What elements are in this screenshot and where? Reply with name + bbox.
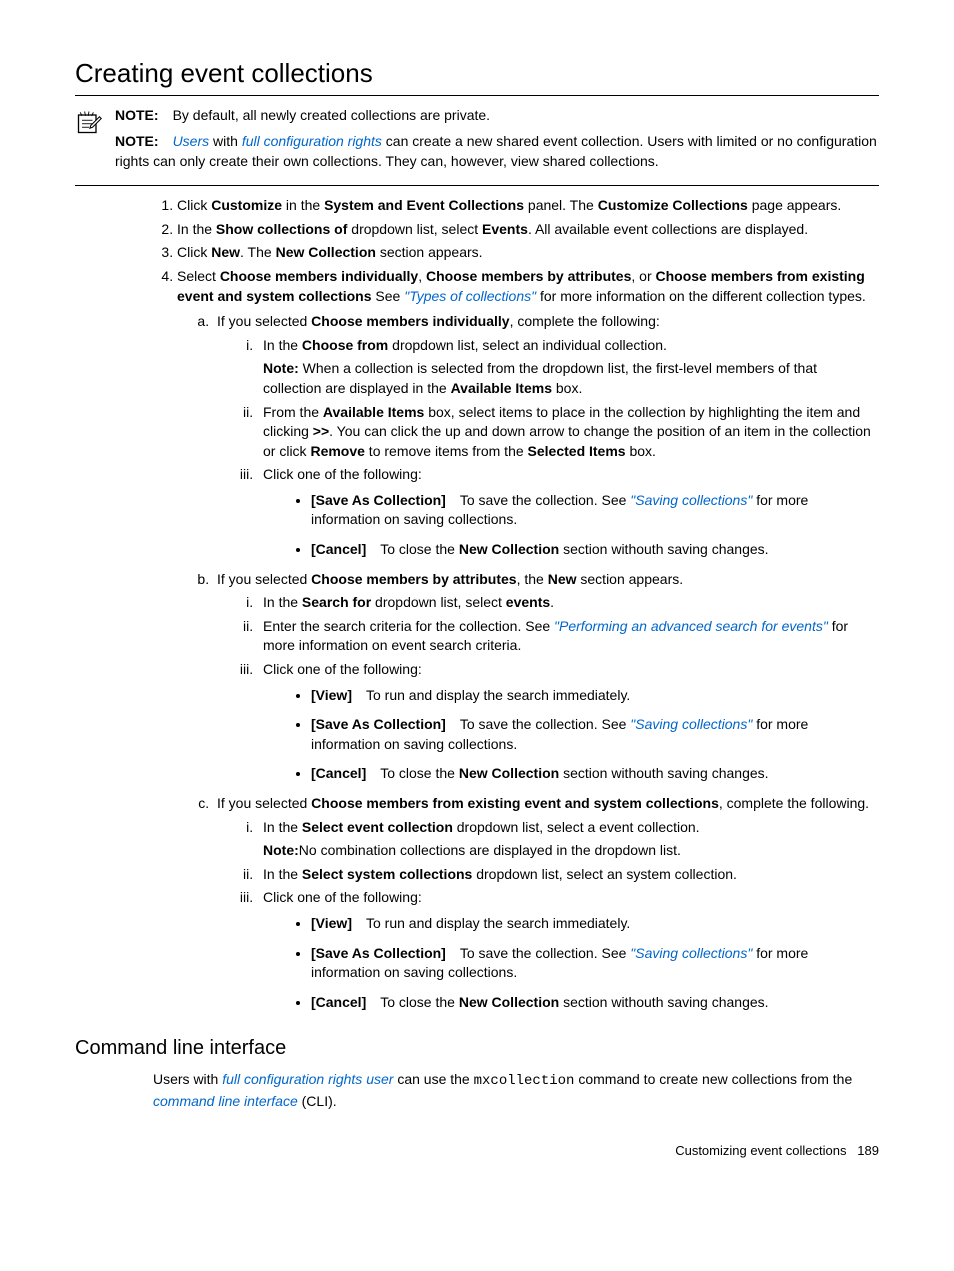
step-4: Select Choose members individually, Choo… (177, 267, 879, 1012)
cli-paragraph: Users with full configuration rights use… (153, 1070, 879, 1111)
main-steps: Click Customize in the System and Event … (153, 196, 879, 1012)
step-4c-i: In the Select event collection dropdown … (257, 818, 879, 861)
link-cli[interactable]: command line interface (153, 1093, 298, 1109)
cli-heading: Command line interface (75, 1034, 879, 1062)
link-saving-collections[interactable]: "Saving collections" (630, 492, 752, 508)
step-1: Click Customize in the System and Event … (177, 196, 879, 216)
step-4a-ii: From the Available Items box, select ite… (257, 403, 879, 462)
bullet-view: [View]To run and display the search imme… (311, 914, 879, 934)
step-2: In the Show collections of dropdown list… (177, 220, 879, 240)
step-4b-i: In the Search for dropdown list, select … (257, 593, 879, 613)
step-3: Click New. The New Collection section ap… (177, 243, 879, 263)
page-title: Creating event collections (75, 55, 879, 96)
link-users[interactable]: Users (173, 133, 210, 149)
link-full-config-rights[interactable]: full configuration rights (242, 133, 382, 149)
link-types-of-collections[interactable]: "Types of collections" (404, 288, 536, 304)
step-4b-ii: Enter the search criteria for the collec… (257, 617, 879, 656)
step-4c: If you selected Choose members from exis… (213, 794, 879, 1012)
step-4a-iii: Click one of the following: [Save As Col… (257, 465, 879, 559)
bullet-save: [Save As Collection]To save the collecti… (311, 491, 879, 530)
bullet-view: [View]To run and display the search imme… (311, 686, 879, 706)
link-full-config-user[interactable]: full configuration rights user (222, 1071, 393, 1087)
bullet-save: [Save As Collection]To save the collecti… (311, 715, 879, 754)
note-content: NOTE:By default, all newly created colle… (115, 106, 879, 177)
bullet-cancel: [Cancel]To close the New Collection sect… (311, 764, 879, 784)
link-advanced-search[interactable]: "Performing an advanced search for event… (554, 618, 828, 634)
note-block: NOTE:By default, all newly created colle… (75, 106, 879, 186)
step-4b: If you selected Choose members by attrib… (213, 570, 879, 784)
step-4b-iii: Click one of the following: [View]To run… (257, 660, 879, 784)
link-saving-collections[interactable]: "Saving collections" (630, 945, 752, 961)
link-saving-collections[interactable]: "Saving collections" (630, 716, 752, 732)
bullet-save: [Save As Collection]To save the collecti… (311, 944, 879, 983)
bullet-cancel: [Cancel]To close the New Collection sect… (311, 540, 879, 560)
step-4c-iii: Click one of the following: [View]To run… (257, 888, 879, 1012)
bullet-cancel: [Cancel]To close the New Collection sect… (311, 993, 879, 1013)
page-footer: Customizing event collections 189 (75, 1142, 879, 1160)
note-icon (75, 108, 105, 142)
step-4c-ii: In the Select system collections dropdow… (257, 865, 879, 885)
step-4a-i: In the Choose from dropdown list, select… (257, 336, 879, 399)
step-4a: If you selected Choose members individua… (213, 312, 879, 560)
